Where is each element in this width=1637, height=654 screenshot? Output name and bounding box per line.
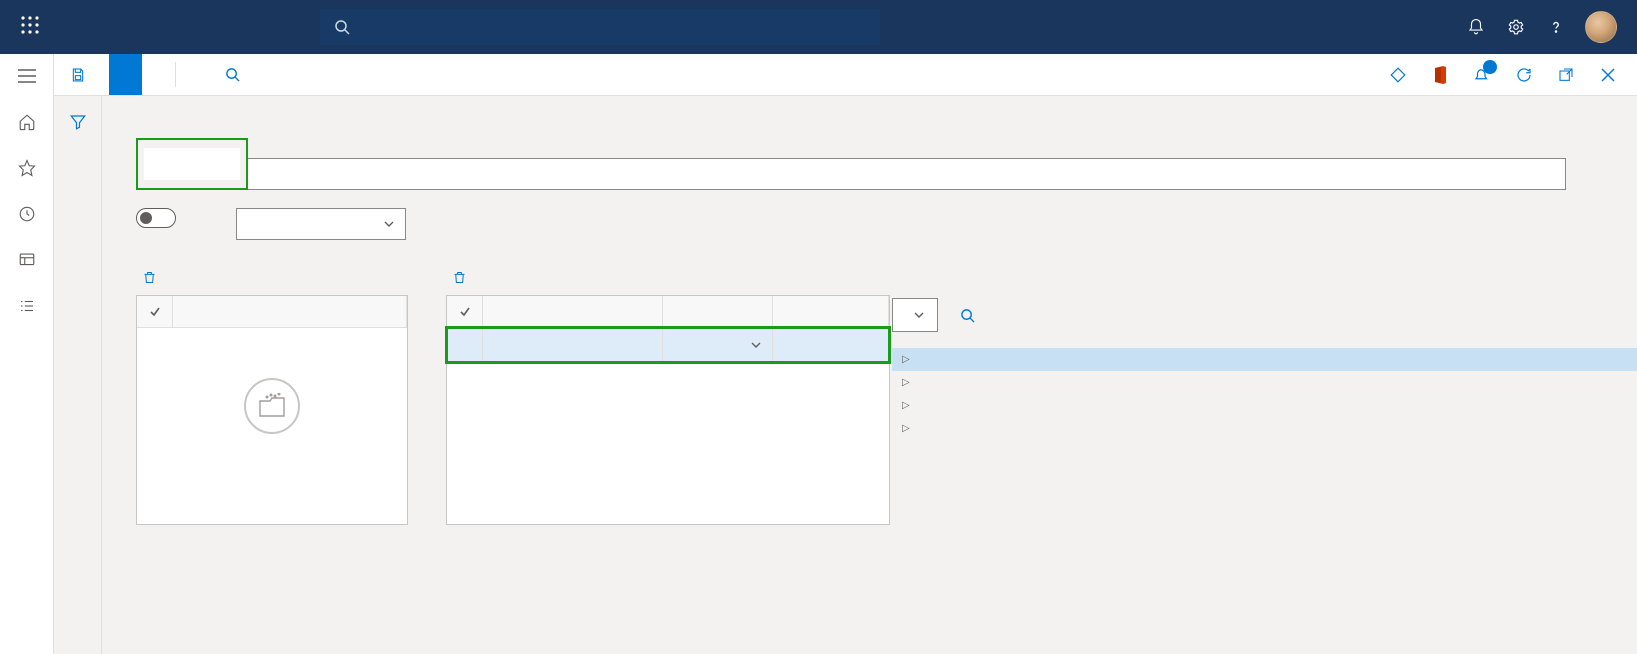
- data-sources-panel: ▷ ▷ ▷ ▷: [892, 298, 1637, 440]
- tree-item[interactable]: ▷: [892, 371, 1637, 394]
- trash-icon: [452, 270, 467, 285]
- ordered-toggle[interactable]: [136, 208, 176, 228]
- group-view-button[interactable]: [142, 54, 175, 95]
- what-to-group-extension[interactable]: [248, 158, 1566, 190]
- search-icon: [225, 67, 240, 82]
- tree-item[interactable]: ▷: [892, 348, 1637, 371]
- close-icon[interactable]: [1591, 54, 1625, 96]
- agg-col-field[interactable]: [483, 296, 663, 327]
- agg-col-method[interactable]: [663, 296, 773, 327]
- user-avatar[interactable]: [1585, 11, 1617, 43]
- filter-icon[interactable]: [66, 110, 90, 134]
- trash-icon: [142, 270, 157, 285]
- agg-row-name[interactable]: [773, 328, 889, 361]
- left-nav-rail: [0, 54, 54, 654]
- office-icon[interactable]: [1423, 54, 1457, 96]
- save-button[interactable]: [54, 54, 109, 95]
- attach-icon[interactable]: [1381, 54, 1415, 96]
- agg-row-selector[interactable]: [447, 328, 483, 361]
- search-icon: [334, 19, 350, 35]
- recent-icon[interactable]: [15, 202, 39, 226]
- agg-grid: [446, 295, 890, 525]
- agg-col-name[interactable]: [773, 296, 889, 327]
- add-field-to-button[interactable]: [892, 298, 938, 332]
- hamburger-icon[interactable]: [15, 64, 39, 88]
- agg-row[interactable]: [447, 328, 889, 362]
- global-search[interactable]: [320, 9, 880, 45]
- modules-icon[interactable]: [15, 294, 39, 318]
- groupby-col-field[interactable]: [173, 296, 407, 327]
- filter-rail: [54, 96, 102, 654]
- agg-row-field[interactable]: [483, 328, 663, 361]
- highlight-what-to-group: [136, 138, 248, 190]
- datasource-tree: ▷ ▷ ▷ ▷: [892, 348, 1637, 440]
- expand-icon[interactable]: ▷: [902, 377, 910, 388]
- expand-icon[interactable]: ▷: [902, 400, 910, 411]
- top-nav-bar: [0, 0, 1637, 54]
- agg-select-all[interactable]: [447, 296, 483, 327]
- inline-search-button[interactable]: [209, 54, 257, 95]
- options-button[interactable]: [176, 54, 209, 95]
- main-content: ▷ ▷ ▷ ▷: [102, 96, 1637, 654]
- bell-icon[interactable]: [1465, 16, 1487, 38]
- groupby-delete-button[interactable]: [142, 270, 165, 285]
- gear-icon[interactable]: [1505, 16, 1527, 38]
- help-icon[interactable]: [1545, 16, 1567, 38]
- save-icon: [70, 67, 86, 83]
- command-bar: [54, 54, 1637, 96]
- agg-row-method[interactable]: [663, 328, 773, 361]
- star-icon[interactable]: [15, 156, 39, 180]
- notification-icon[interactable]: [1465, 54, 1499, 96]
- expand-icon[interactable]: ▷: [902, 423, 910, 434]
- agg-delete-button[interactable]: [452, 270, 475, 285]
- show-details-button[interactable]: [109, 54, 142, 95]
- groupby-select-all[interactable]: [137, 296, 173, 327]
- groupby-empty: [137, 328, 407, 498]
- search-icon: [960, 308, 975, 323]
- empty-folder-icon: [244, 378, 300, 434]
- waffle-icon[interactable]: [10, 16, 50, 39]
- tree-item[interactable]: ▷: [892, 394, 1637, 417]
- popout-icon[interactable]: [1549, 54, 1583, 96]
- expand-icon[interactable]: ▷: [902, 354, 910, 365]
- chevron-down-icon: [913, 309, 925, 321]
- datasource-search-button[interactable]: [960, 308, 983, 323]
- chevron-down-icon: [383, 218, 395, 230]
- exec-at-value: [446, 208, 616, 240]
- workspace-icon[interactable]: [15, 248, 39, 272]
- groupby-grid: [136, 295, 408, 525]
- exec-loc-dropdown[interactable]: [236, 208, 406, 240]
- notification-badge: [1483, 60, 1497, 74]
- refresh-icon[interactable]: [1507, 54, 1541, 96]
- tree-item[interactable]: ▷: [892, 417, 1637, 440]
- home-icon[interactable]: [15, 110, 39, 134]
- what-to-group-value[interactable]: [144, 148, 240, 180]
- chevron-down-icon: [750, 339, 762, 351]
